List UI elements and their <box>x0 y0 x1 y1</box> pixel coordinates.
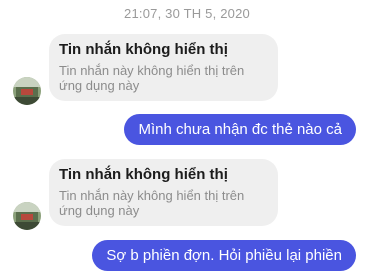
outgoing-message-bubble[interactable]: Sợ b phiền đợn. Hỏi phiều lại phiền <box>92 240 356 271</box>
unsupported-message-body: Tin nhắn này không hiển thị trên ứng dụn… <box>59 63 245 93</box>
outgoing-message-bubble[interactable]: Mình chưa nhận đc thẻ nào cả <box>124 114 356 145</box>
unsupported-message-title: Tin nhắn không hiển thị <box>59 166 228 183</box>
unsupported-message-title: Tin nhắn không hiển thị <box>59 41 228 58</box>
contact-avatar[interactable] <box>13 77 41 105</box>
incoming-message-bubble[interactable]: Tin nhắn không hiển thị Tin nhắn này khô… <box>49 159 278 226</box>
contact-avatar[interactable] <box>13 202 41 230</box>
message-timestamp: 21:07, 30 TH 5, 2020 <box>124 6 250 21</box>
incoming-message-bubble[interactable]: Tin nhắn không hiển thị Tin nhắn này khô… <box>49 34 278 101</box>
unsupported-message-body: Tin nhắn này không hiển thị trên ứng dụn… <box>59 188 245 218</box>
